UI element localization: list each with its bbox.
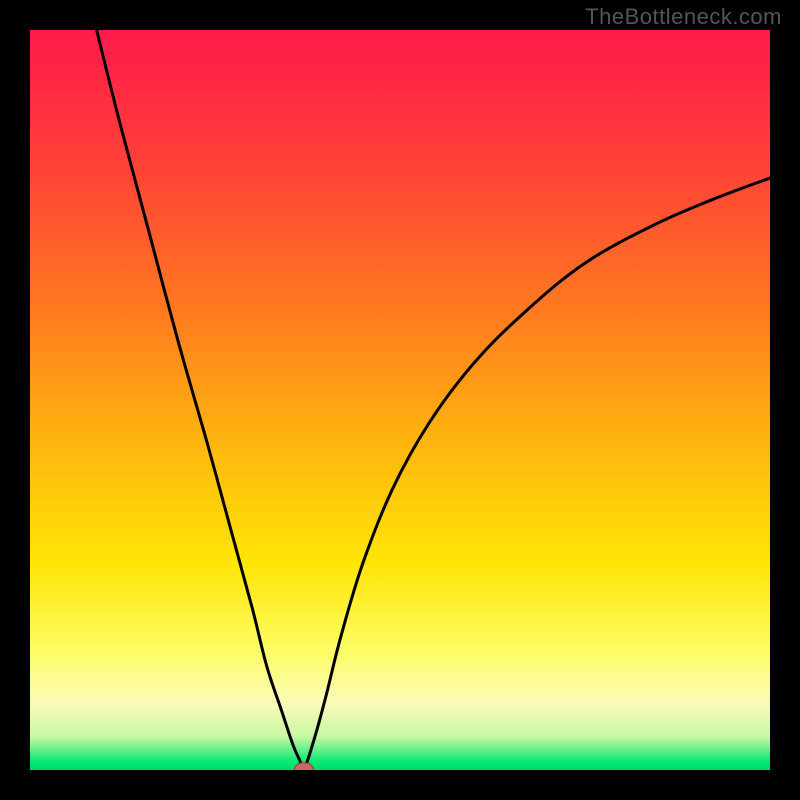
plot-area [30, 30, 770, 770]
chart-svg [30, 30, 770, 770]
watermark-text: TheBottleneck.com [585, 4, 782, 30]
gradient-background [30, 30, 770, 770]
chart-frame: TheBottleneck.com [0, 0, 800, 800]
